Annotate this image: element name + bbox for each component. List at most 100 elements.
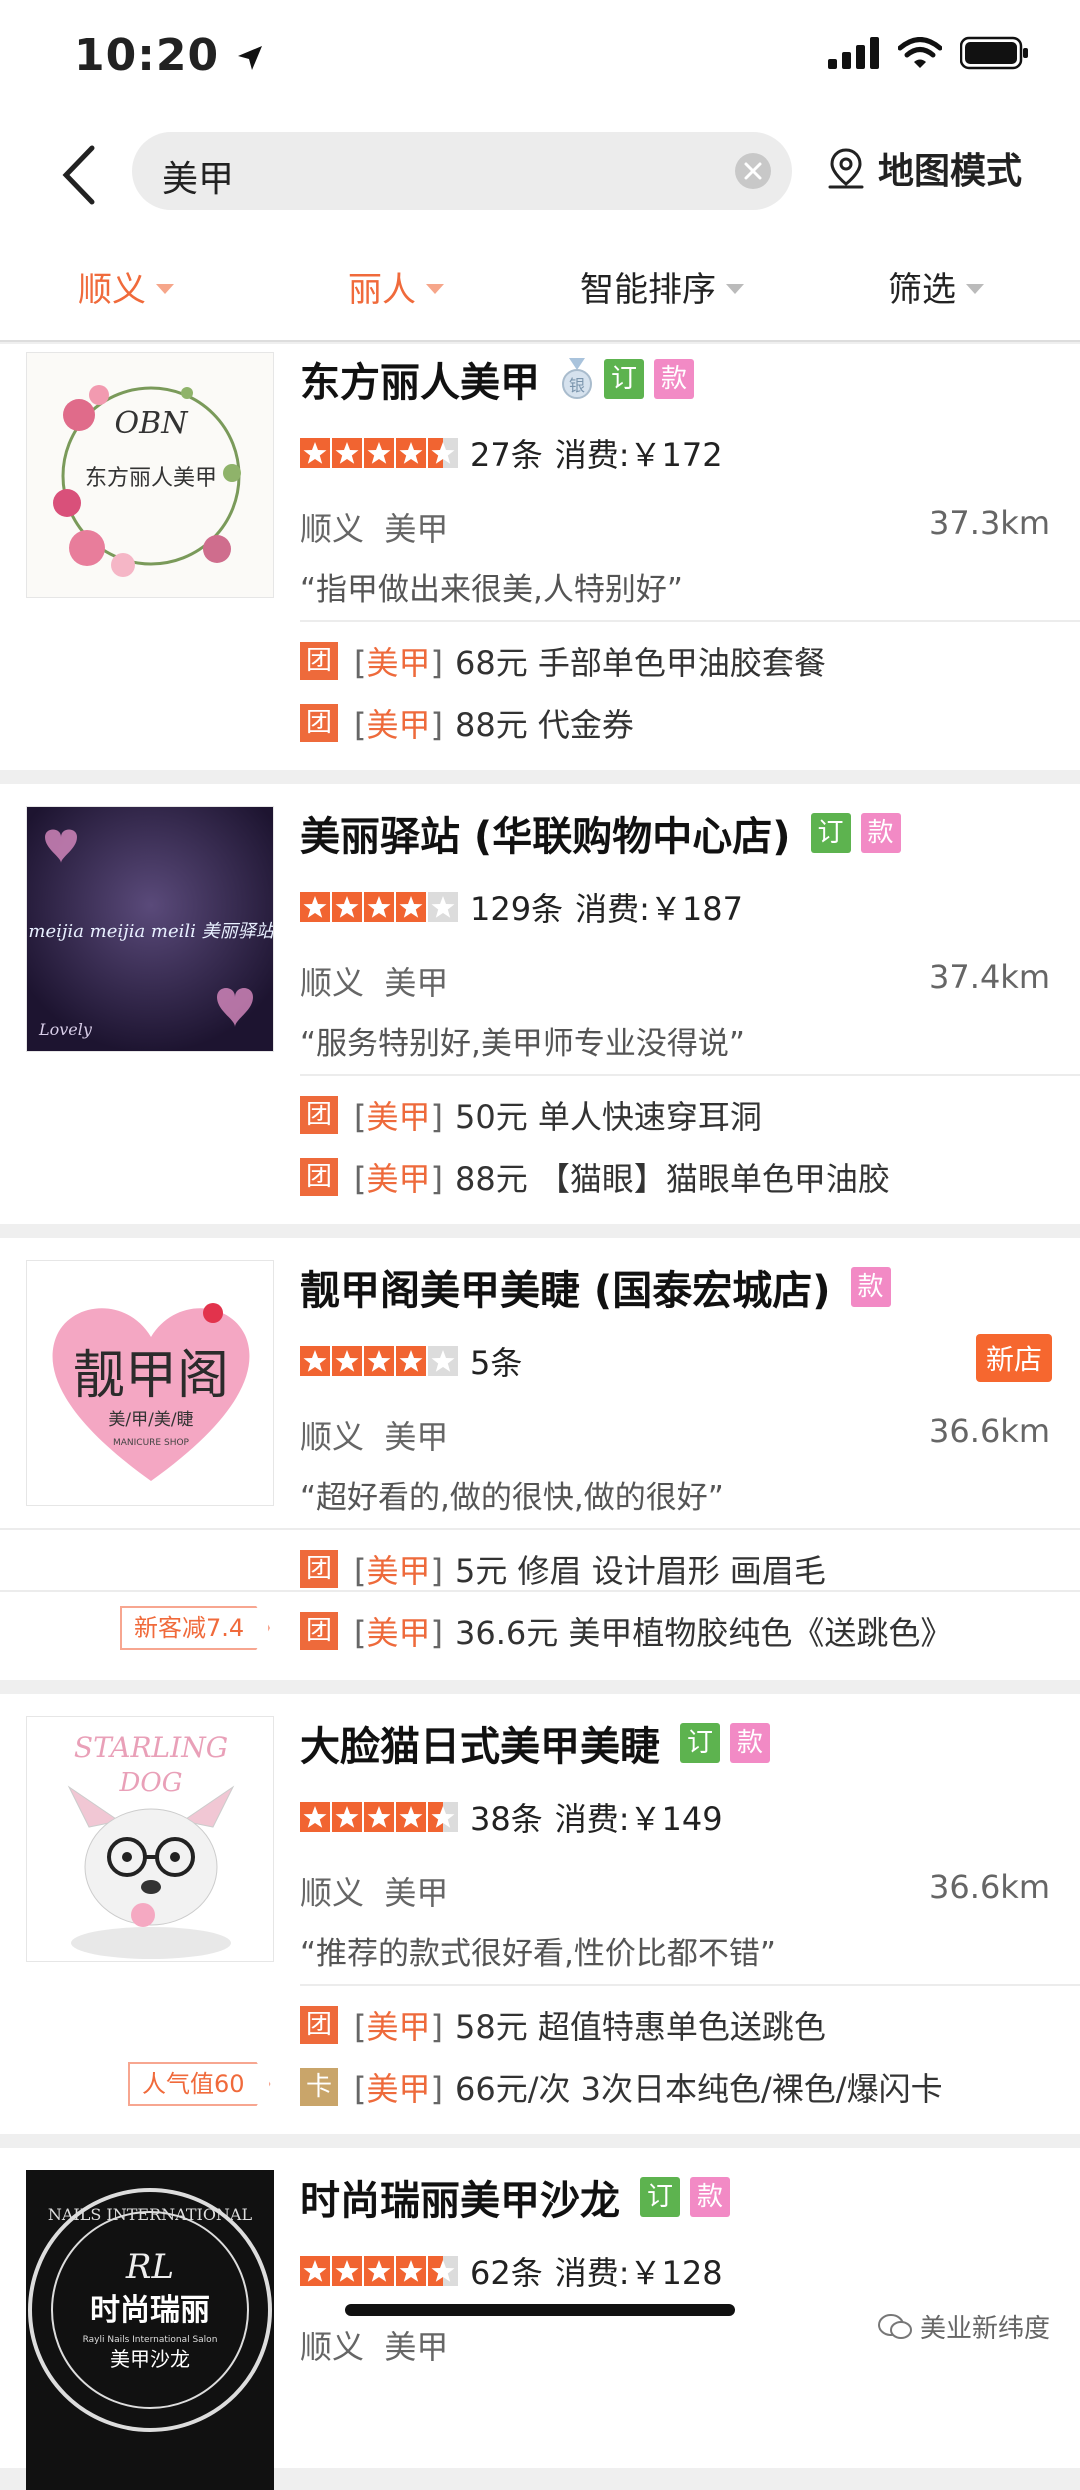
review-count: 129条	[470, 890, 564, 928]
deal-text: 88元 代金券	[454, 706, 634, 744]
review-quote: “服务特别好,美甲师专业没得说”	[300, 1026, 745, 1062]
star-icon	[332, 892, 362, 922]
deal-category: 美甲	[366, 1552, 431, 1590]
map-mode-button[interactable]: 地图模式	[826, 142, 1022, 194]
divider	[300, 620, 1080, 622]
shop-category: 美甲	[384, 2328, 449, 2366]
svg-text:靓甲阁: 靓甲阁	[73, 1346, 229, 1406]
deal-category: 美甲	[366, 1614, 431, 1652]
star-icon	[428, 1802, 458, 1832]
status-bar: 10:20	[0, 0, 1080, 120]
filter-label: 顺义	[78, 270, 146, 310]
shop-name: 美丽驿站 (华联购物中心店)	[300, 814, 791, 860]
deal-item[interactable]: 团 [美甲] 50元 单人快速穿耳洞	[300, 1092, 762, 1138]
group-buy-badge: 团	[300, 2006, 338, 2044]
shop-thumbnail: OBN 东方丽人美甲	[26, 352, 274, 598]
new-customer-promo-badge: 新客减7.4	[120, 1606, 270, 1650]
watermark: 美业新纬度	[877, 2308, 1050, 2345]
filter-sort[interactable]: 智能排序	[580, 262, 744, 311]
filter-more[interactable]: 筛选	[888, 262, 984, 311]
shop-area: 顺义	[300, 2328, 365, 2366]
svg-text:OBN: OBN	[115, 406, 190, 441]
status-time: 10:20	[74, 30, 265, 81]
filter-bar: 顺义 丽人 智能排序 筛选	[0, 230, 1080, 342]
star-icon	[300, 892, 330, 922]
distance: 37.3km	[929, 504, 1050, 542]
review-quote: “推荐的款式很好看,性价比都不错”	[300, 1936, 776, 1972]
star-rating	[300, 438, 458, 468]
deal-item[interactable]: 团 [美甲] 58元 超值特惠单色送跳色	[300, 2002, 826, 2048]
shop-area: 顺义	[300, 1874, 365, 1912]
deal-item[interactable]: 团 [美甲] 88元 【猫眼】猫眼单色甲油胶	[300, 1154, 890, 1200]
svg-text:RL: RL	[125, 2247, 174, 2287]
silver-medal-icon: 银	[562, 358, 592, 399]
deal-item[interactable]: 团 [美甲] 88元 代金券	[300, 700, 634, 746]
distance: 36.6km	[929, 1412, 1050, 1450]
filter-area[interactable]: 顺义	[78, 262, 174, 311]
deal-item[interactable]: 卡 [美甲] 66元/次 3次日本纯色/裸色/爆闪卡	[300, 2064, 943, 2110]
group-buy-badge: 团	[300, 1550, 338, 1588]
deal-category: 美甲	[366, 2008, 431, 2046]
shop-thumbnail: NAILS INTERNATIONAL RL 时尚瑞丽 Rayli Nails …	[26, 2170, 274, 2490]
membership-card-badge: 卡	[300, 2068, 338, 2106]
avg-spend: 消费:￥187	[575, 890, 743, 928]
star-rating	[300, 1346, 458, 1376]
booking-tag: 订	[810, 813, 851, 853]
shop-card[interactable]: 靓甲阁 美/甲/美/睫 MANICURE SHOP 靓甲阁美甲美睫 (国泰宏城店…	[0, 1238, 1080, 1680]
avg-spend: 消费:￥149	[554, 1800, 723, 1838]
filter-label: 丽人	[348, 270, 416, 310]
chevron-down-icon	[726, 283, 744, 294]
style-tag: 款	[654, 359, 694, 399]
deal-item[interactable]: 团 [美甲] 5元 修眉 设计眉形 画眉毛	[300, 1546, 826, 1592]
group-buy-badge: 团	[300, 1096, 338, 1134]
shop-category: 美甲	[384, 1418, 449, 1456]
star-rating	[300, 892, 458, 922]
review-count: 38条	[470, 1800, 543, 1838]
shop-name: 时尚瑞丽美甲沙龙	[300, 2178, 620, 2224]
shop-card[interactable]: meijia meijia meili 美丽驿站 Lovely 美丽驿站 (华联…	[0, 784, 1080, 1224]
star-icon	[300, 1346, 330, 1376]
avg-spend: 消费:￥128	[554, 2254, 723, 2292]
deal-text: 68元 手部单色甲油胶套餐	[454, 644, 826, 682]
distance: 37.4km	[929, 958, 1050, 996]
svg-text:美/甲/美/睫: 美/甲/美/睫	[108, 1410, 193, 1430]
shop-category: 美甲	[384, 1874, 449, 1912]
deal-item[interactable]: 团 [美甲] 36.6元 美甲植物胶纯色《送跳色》	[300, 1608, 952, 1654]
shop-list: OBN 东方丽人美甲 东方丽人美甲 银 订 款 27条 消费:￥172 顺义 美…	[0, 344, 1080, 2490]
shop-category: 美甲	[384, 510, 449, 548]
deal-category: 美甲	[366, 706, 431, 744]
deal-category: 美甲	[366, 644, 431, 682]
signal-icon	[828, 37, 879, 69]
shop-thumbnail: 靓甲阁 美/甲/美/睫 MANICURE SHOP	[26, 1260, 274, 1506]
watermark-text: 美业新纬度	[919, 2314, 1050, 2344]
shop-area: 顺义	[300, 964, 365, 1002]
svg-text:银: 银	[569, 376, 585, 395]
group-buy-badge: 团	[300, 704, 338, 742]
shop-card[interactable]: OBN 东方丽人美甲 东方丽人美甲 银 订 款 27条 消费:￥172 顺义 美…	[0, 344, 1080, 770]
svg-text:meijia meijia meili 美丽驿站: meijia meijia meili 美丽驿站	[28, 921, 274, 942]
filter-category[interactable]: 丽人	[348, 262, 444, 311]
chevron-down-icon	[156, 283, 174, 294]
star-icon	[332, 438, 362, 468]
divider	[0, 1590, 1080, 1592]
back-icon[interactable]	[56, 142, 106, 208]
star-icon	[396, 2256, 426, 2286]
avg-spend: 消费:￥172	[554, 436, 723, 474]
shop-card[interactable]: STARLING DOG 大脸猫日式美甲美睫 订 款 38条 消费:￥149 顺	[0, 1694, 1080, 2134]
divider	[0, 1528, 1080, 1530]
deal-item[interactable]: 团 [美甲] 68元 手部单色甲油胶套餐	[300, 638, 826, 684]
clear-icon[interactable]	[734, 152, 772, 190]
wechat-icon	[877, 2313, 912, 2339]
svg-text:STARLING: STARLING	[74, 1731, 228, 1764]
search-header: 美甲 地图模式	[0, 120, 1080, 230]
search-input[interactable]: 美甲	[132, 132, 792, 210]
booking-tag: 订	[680, 1723, 720, 1763]
deal-category: 美甲	[366, 2070, 431, 2108]
star-icon	[364, 892, 394, 922]
chevron-down-icon	[426, 283, 444, 294]
style-tag: 款	[730, 1723, 770, 1763]
star-icon	[428, 1346, 458, 1376]
map-pin-icon	[828, 148, 864, 189]
svg-text:MANICURE SHOP: MANICURE SHOP	[113, 1438, 190, 1448]
distance: 36.6km	[929, 1868, 1050, 1906]
